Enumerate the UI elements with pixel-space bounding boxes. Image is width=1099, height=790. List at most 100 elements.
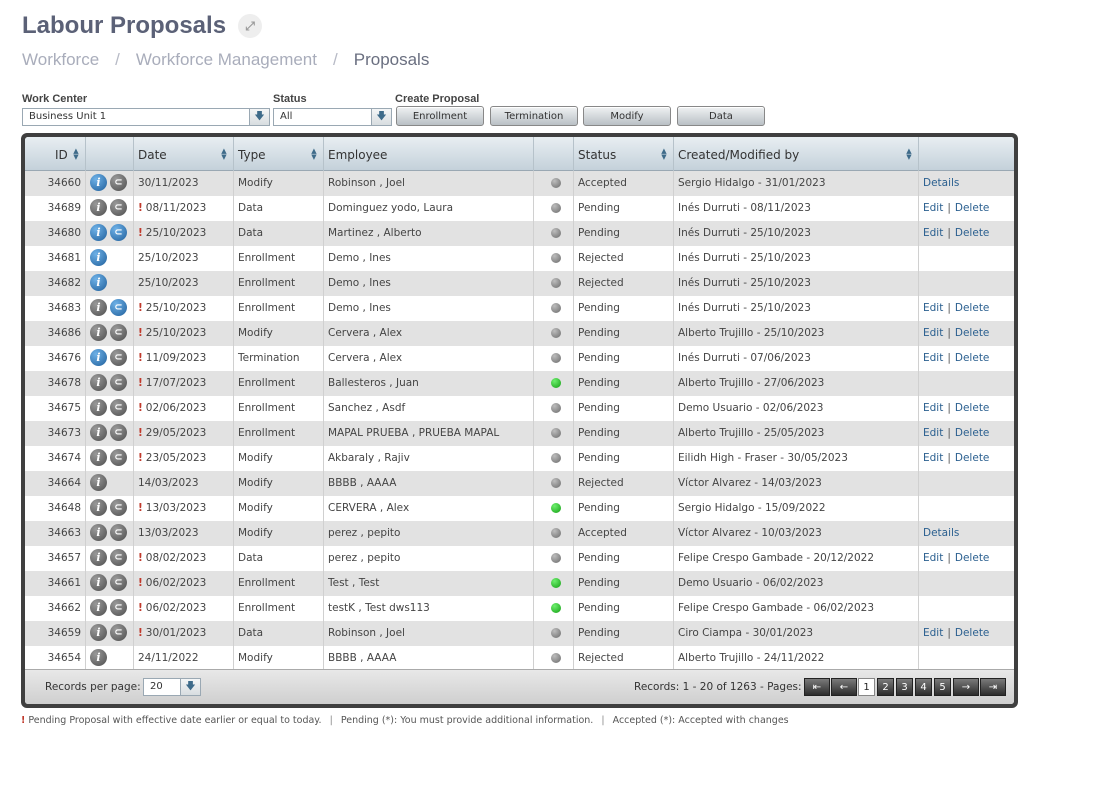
page-button-4[interactable]: 4 [915, 678, 932, 696]
legend-text-accepted-changes: Accepted (*): Accepted with changes [612, 715, 789, 726]
info-icon[interactable]: i [90, 173, 107, 191]
breadcrumb-item-workforce[interactable]: Workforce [22, 50, 99, 70]
details-link[interactable]: Details [923, 527, 959, 539]
status-select[interactable]: All 🡇 [273, 108, 392, 126]
info-icon[interactable]: i [90, 448, 107, 466]
info-icon[interactable]: i [90, 523, 107, 541]
paperclip-icon[interactable]: ⊂ [110, 598, 127, 616]
info-icon[interactable]: i [90, 223, 107, 241]
paperclip-icon[interactable]: ⊂ [110, 448, 127, 466]
info-icon[interactable]: i [90, 573, 107, 591]
cell-date: ! 13/03/2023 [134, 496, 234, 521]
info-icon[interactable]: i [90, 598, 107, 616]
paperclip-icon[interactable]: ⊂ [110, 548, 127, 566]
create-enrollment-button[interactable]: Enrollment [396, 106, 484, 126]
page-button-1[interactable]: 1 [858, 678, 875, 696]
details-link[interactable]: Details [923, 177, 959, 189]
edit-link[interactable]: Edit [923, 452, 943, 464]
column-header-created-by[interactable]: Created/Modified by ▲ ▼ [674, 137, 919, 171]
paperclip-icon[interactable]: ⊂ [110, 298, 127, 316]
cell-type: Enrollment [234, 421, 324, 446]
info-icon[interactable]: i [90, 648, 107, 666]
delete-link[interactable]: Delete [955, 552, 990, 564]
paperclip-icon[interactable]: ⊂ [110, 398, 127, 416]
cell-status: Pending [574, 621, 674, 646]
info-icon[interactable]: i [90, 273, 107, 291]
edit-link[interactable]: Edit [923, 327, 943, 339]
delete-link[interactable]: Delete [955, 627, 990, 639]
records-per-page-select[interactable]: 20 🡇 [143, 678, 201, 696]
paperclip-icon[interactable]: ⊂ [110, 198, 127, 216]
paperclip-icon[interactable]: ⊂ [110, 623, 127, 641]
delete-link[interactable]: Delete [955, 302, 990, 314]
first-page-icon[interactable]: ⇤ [804, 678, 830, 696]
breadcrumb-item-workforce-management[interactable]: Workforce Management [136, 50, 317, 70]
info-icon[interactable]: i [90, 373, 107, 391]
column-header-type[interactable]: Type ▲ ▼ [234, 137, 324, 171]
status-dot-icon [550, 603, 561, 613]
edit-link[interactable]: Edit [923, 202, 943, 214]
info-icon[interactable]: i [90, 473, 107, 491]
cell-icons: i ⊂ [86, 221, 134, 246]
cell-date: 30/11/2023 [134, 171, 234, 196]
page-button-2[interactable]: 2 [877, 678, 894, 696]
paperclip-icon[interactable]: ⊂ [110, 373, 127, 391]
column-header-date[interactable]: Date ▲ ▼ [134, 137, 234, 171]
status-dot-icon [550, 203, 561, 213]
delete-link[interactable]: Delete [955, 202, 990, 214]
next-page-icon[interactable]: → [953, 678, 979, 696]
sort-icon: ▲ ▼ [906, 147, 912, 161]
delete-link[interactable]: Delete [955, 427, 990, 439]
edit-link[interactable]: Edit [923, 227, 943, 239]
edit-link[interactable]: Edit [923, 352, 943, 364]
create-modify-button[interactable]: Modify [583, 106, 671, 126]
delete-link[interactable]: Delete [955, 227, 990, 239]
info-icon[interactable]: i [90, 248, 107, 266]
info-icon[interactable]: i [90, 348, 107, 366]
edit-link[interactable]: Edit [923, 402, 943, 414]
delete-link[interactable]: Delete [955, 327, 990, 339]
info-icon[interactable]: i [90, 623, 107, 641]
edit-link[interactable]: Edit [923, 302, 943, 314]
paperclip-icon[interactable]: ⊂ [110, 523, 127, 541]
info-icon[interactable]: i [90, 423, 107, 441]
paperclip-icon[interactable]: ⊂ [110, 573, 127, 591]
cell-type: Modify [234, 471, 324, 496]
column-header-id-label: ID [55, 148, 68, 162]
action-separator: | [947, 627, 951, 639]
page-button-3[interactable]: 3 [896, 678, 913, 696]
paperclip-icon[interactable]: ⊂ [110, 348, 127, 366]
warning-icon: ! [138, 427, 143, 439]
paperclip-icon[interactable]: ⊂ [110, 223, 127, 241]
sort-icon: ▲ ▼ [73, 147, 79, 161]
last-page-icon[interactable]: ⇥ [980, 678, 1006, 696]
info-icon[interactable]: i [90, 323, 107, 341]
info-icon[interactable]: i [90, 298, 107, 316]
paperclip-icon[interactable]: ⊂ [110, 323, 127, 341]
work-center-select[interactable]: Business Unit 1 🡇 [22, 108, 270, 126]
table-row: 34657 i ⊂! 08/02/2023 Data perez , pepito Pend… [25, 546, 1014, 571]
cell-status: Pending [574, 296, 674, 321]
info-icon[interactable]: i [90, 548, 107, 566]
delete-link[interactable]: Delete [955, 402, 990, 414]
info-icon[interactable]: i [90, 198, 107, 216]
paperclip-icon[interactable]: ⊂ [110, 498, 127, 516]
expand-icon[interactable]: ⤢ [238, 14, 263, 38]
info-icon[interactable]: i [90, 498, 107, 516]
edit-link[interactable]: Edit [923, 552, 943, 564]
create-data-button[interactable]: Data [677, 106, 765, 126]
column-header-status-dot [534, 137, 574, 171]
delete-link[interactable]: Delete [955, 452, 990, 464]
delete-link[interactable]: Delete [955, 352, 990, 364]
column-header-id[interactable]: ID ▲ ▼ [25, 137, 86, 171]
info-icon[interactable]: i [90, 398, 107, 416]
create-termination-button[interactable]: Termination [490, 106, 578, 126]
edit-link[interactable]: Edit [923, 627, 943, 639]
previous-page-icon[interactable]: ← [831, 678, 857, 696]
page-button-5[interactable]: 5 [934, 678, 951, 696]
column-header-status[interactable]: Status ▲ ▼ [574, 137, 674, 171]
paperclip-icon[interactable]: ⊂ [110, 173, 127, 191]
edit-link[interactable]: Edit [923, 427, 943, 439]
paperclip-icon[interactable]: ⊂ [110, 423, 127, 441]
cell-actions [919, 596, 1014, 621]
